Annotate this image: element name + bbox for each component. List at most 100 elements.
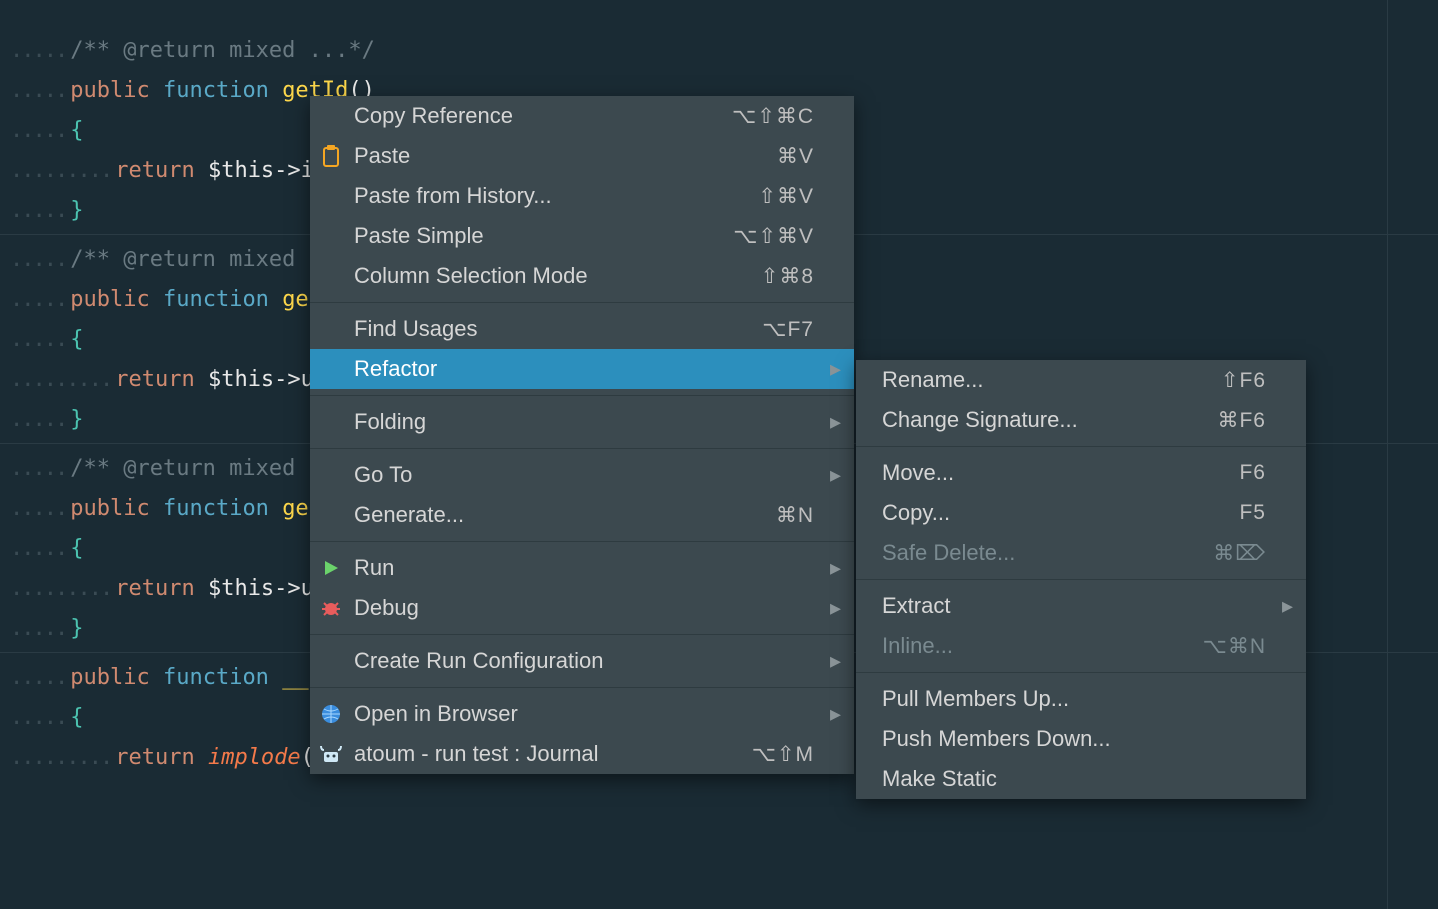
indent-guides: .....: [0, 496, 70, 521]
menu-item-label: Column Selection Mode: [354, 263, 751, 289]
submenu-item-label: Push Members Down...: [882, 726, 1256, 752]
menu-item[interactable]: Go To▸: [310, 455, 854, 495]
submenu-item[interactable]: Push Members Down...: [856, 719, 1306, 759]
indent-guides: .....: [0, 198, 70, 223]
code-token: [195, 367, 208, 392]
menu-item[interactable]: Open in Browser ▸: [310, 694, 854, 734]
code-token: {: [70, 327, 83, 352]
code-token: [150, 287, 163, 312]
menu-item[interactable]: Create Run Configuration▸: [310, 641, 854, 681]
menu-item-shortcut: ⇧⌘V: [758, 184, 814, 209]
code-token: {: [70, 536, 83, 561]
submenu-arrow-icon: ▸: [830, 701, 840, 727]
code-token: [150, 496, 163, 521]
submenu-item-label: Change Signature...: [882, 407, 1207, 433]
submenu-item-label: Copy...: [882, 500, 1229, 526]
icon-placeholder: [318, 103, 344, 129]
submenu-item[interactable]: Pull Members Up...: [856, 679, 1306, 719]
submenu-item[interactable]: Move... F6: [856, 453, 1306, 493]
menu-item[interactable]: Run▸: [310, 548, 854, 588]
code-token: [269, 496, 282, 521]
ruler-guide: [1387, 0, 1388, 909]
menu-item-label: Copy Reference: [354, 103, 722, 129]
menu-item[interactable]: Paste from History... ⇧⌘V: [310, 176, 854, 216]
code-token: }: [70, 198, 83, 223]
menu-item-label: Folding: [354, 409, 804, 435]
clipboard-icon: [318, 143, 344, 169]
icon-placeholder: [318, 462, 344, 488]
submenu-item-shortcut: ⌘⌦: [1213, 541, 1266, 566]
menu-item[interactable]: Find Usages⌥F7: [310, 309, 854, 349]
submenu-item-shortcut: F6: [1239, 461, 1266, 485]
globe-icon: [318, 701, 344, 727]
code-token: $this->u: [208, 576, 314, 601]
submenu-item[interactable]: Extract▸: [856, 586, 1306, 626]
submenu-item-label: Safe Delete...: [882, 540, 1203, 566]
submenu-item-shortcut: F5: [1239, 501, 1266, 525]
icon-placeholder: [318, 409, 344, 435]
code-token: public: [70, 665, 149, 690]
indent-guides: .....: [0, 118, 70, 143]
code-token: /** @return mixed .: [70, 456, 322, 481]
code-token: return: [115, 158, 194, 183]
menu-item-label: Generate...: [354, 502, 766, 528]
menu-item-shortcut: ⌥⇧⌘V: [733, 224, 814, 249]
icon-placeholder: [318, 356, 344, 382]
context-menu[interactable]: Copy Reference⌥⇧⌘CPaste⌘VPaste from Hist…: [310, 96, 854, 774]
submenu-item-label: Move...: [882, 460, 1229, 486]
menu-separator: [310, 395, 854, 396]
menu-item[interactable]: Refactor▸: [310, 349, 854, 389]
submenu-item[interactable]: Make Static: [856, 759, 1306, 799]
submenu-item: Inline...⌥⌘N: [856, 626, 1306, 666]
menu-item-shortcut: ⇧⌘8: [761, 264, 814, 289]
menu-separator: [856, 579, 1306, 580]
menu-item-label: Find Usages: [354, 316, 752, 342]
code-token: [195, 158, 208, 183]
submenu-item[interactable]: Change Signature...⌘F6: [856, 400, 1306, 440]
menu-item-label: Paste: [354, 143, 767, 169]
indent-guides: .....: [0, 616, 70, 641]
menu-item[interactable]: Folding▸: [310, 402, 854, 442]
submenu-item-shortcut: ⇧F6: [1221, 368, 1266, 393]
indent-guides: .....: [0, 327, 70, 352]
refactor-submenu[interactable]: Rename...⇧F6Change Signature...⌘F6 Move..…: [856, 360, 1306, 799]
submenu-item[interactable]: Copy... F5: [856, 493, 1306, 533]
menu-item-label: Open in Browser: [354, 701, 804, 727]
code-line[interactable]: ...../** @return mixed ...*/: [0, 30, 1438, 70]
code-token: public: [70, 287, 149, 312]
code-token: /** @return mixed .: [70, 247, 322, 272]
menu-item[interactable]: Column Selection Mode ⇧⌘8: [310, 256, 854, 296]
menu-item[interactable]: Paste⌘V: [310, 136, 854, 176]
menu-item[interactable]: Generate...⌘N: [310, 495, 854, 535]
menu-item-label: Paste Simple: [354, 223, 723, 249]
menu-item[interactable]: Debug▸: [310, 588, 854, 628]
submenu-item-label: Inline...: [882, 633, 1193, 659]
indent-guides: .....: [0, 287, 70, 312]
menu-separator: [310, 687, 854, 688]
submenu-item-label: Make Static: [882, 766, 1256, 792]
code-token: [269, 665, 282, 690]
menu-item-label: Paste from History...: [354, 183, 748, 209]
submenu-item[interactable]: Rename...⇧F6: [856, 360, 1306, 400]
code-token: public: [70, 78, 149, 103]
indent-guides: .....: [0, 665, 70, 690]
bug-icon: [318, 595, 344, 621]
code-token: function: [163, 665, 269, 690]
menu-item[interactable]: Paste Simple ⌥⇧⌘V: [310, 216, 854, 256]
code-token: return: [115, 576, 194, 601]
menu-item-label: Create Run Configuration: [354, 648, 804, 674]
code-token: return: [115, 745, 194, 770]
submenu-item-label: Extract: [882, 593, 1256, 619]
code-token: {: [70, 118, 83, 143]
menu-item-label: Debug: [354, 595, 804, 621]
code-token: /** @return mixed ...*/: [70, 38, 375, 63]
code-token: }: [70, 407, 83, 432]
code-token: [269, 287, 282, 312]
menu-separator: [310, 634, 854, 635]
submenu-arrow-icon: ▸: [830, 555, 840, 581]
indent-guides: .....: [0, 536, 70, 561]
menu-item[interactable]: atoum - run test : Journal⌥⇧M: [310, 734, 854, 774]
menu-item[interactable]: Copy Reference⌥⇧⌘C: [310, 96, 854, 136]
icon-placeholder: [318, 502, 344, 528]
indent-guides: .........: [0, 158, 115, 183]
